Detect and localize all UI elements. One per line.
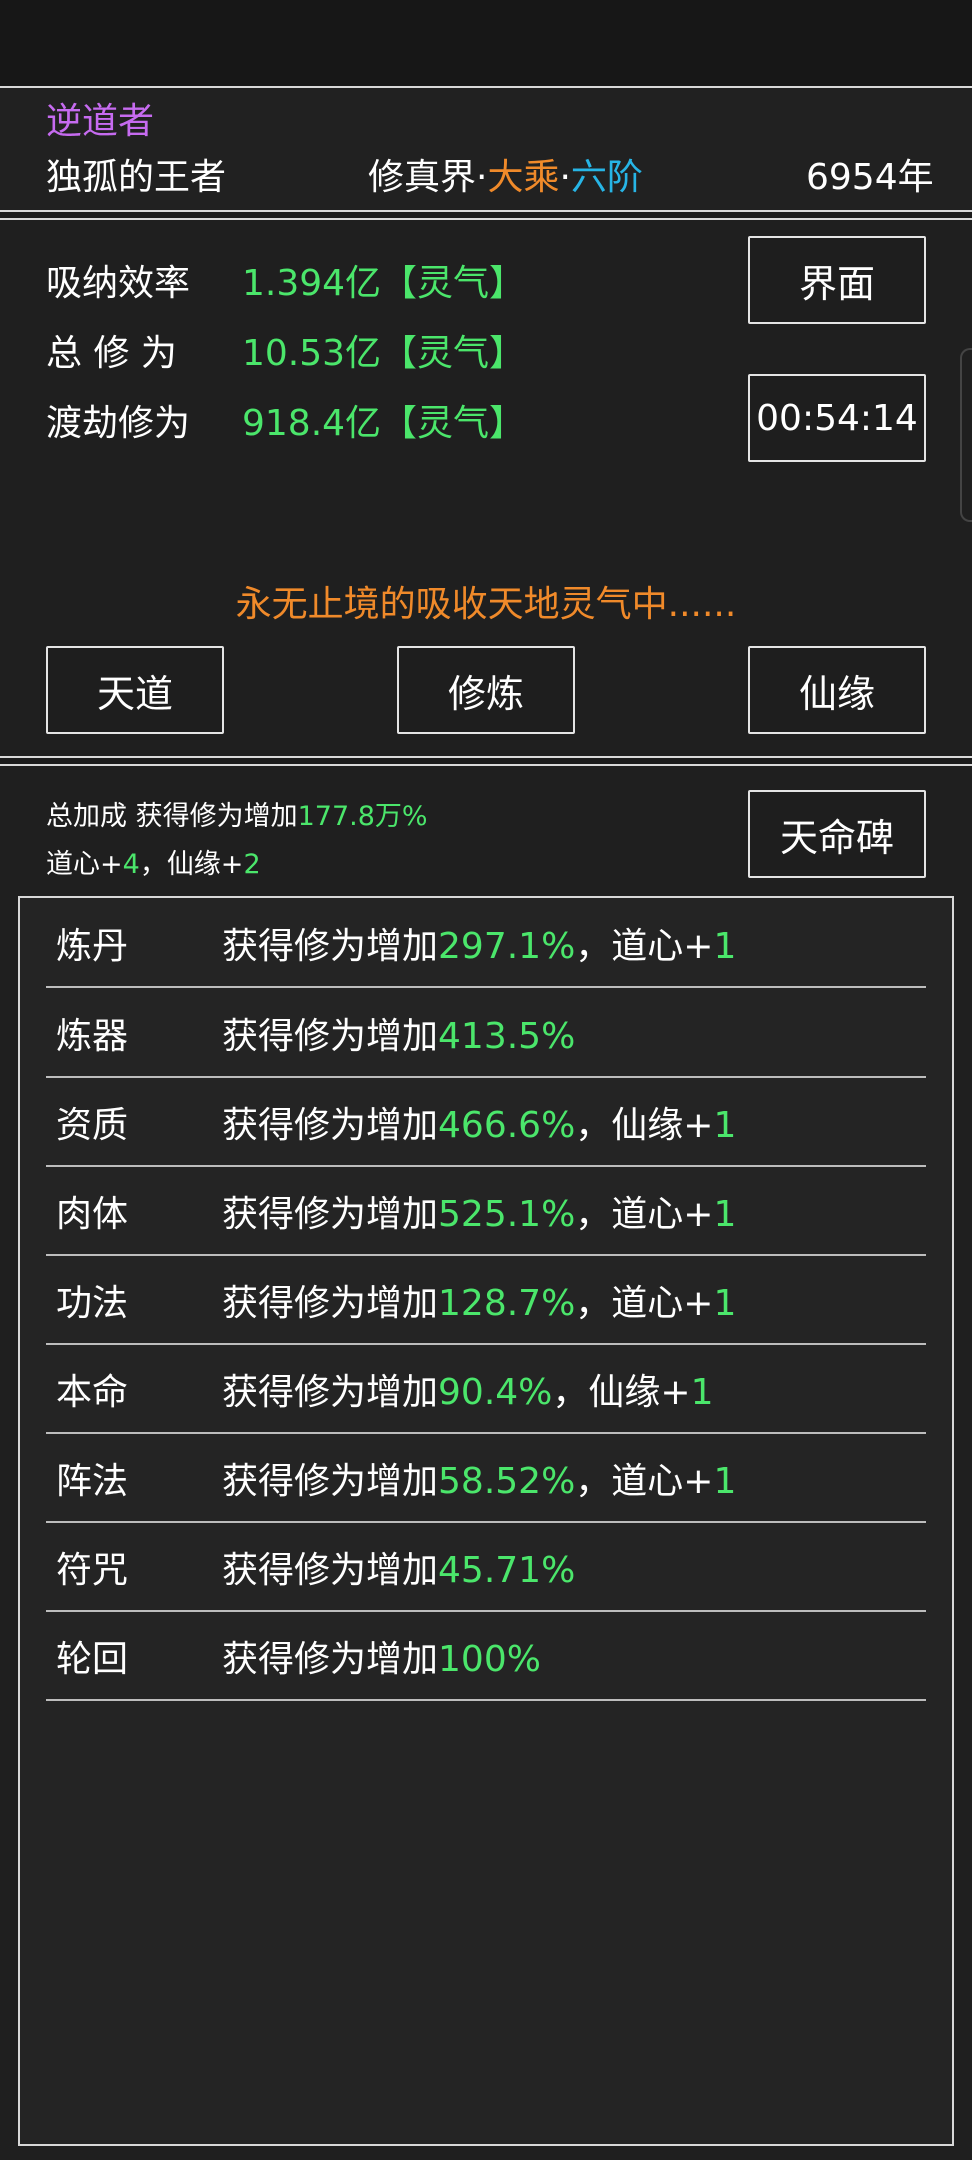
list-item-desc: 获得修为增加45.71%: [222, 1550, 576, 1591]
status-text: 永无止境的吸收天地灵气中......: [235, 584, 737, 625]
list-item-desc: 获得修为增加413.5%: [222, 1016, 576, 1057]
list-item-name: 资质: [56, 1105, 129, 1146]
status-bar-area: [0, 0, 972, 86]
stats-panel: 吸纳效率 1.394亿【灵气】 总 修 为 10.53亿【灵气】 渡劫修为 91…: [0, 220, 972, 756]
comma: ，: [139, 849, 167, 880]
xianyuan-label: 仙缘+: [166, 849, 244, 880]
header-panel: 逆道者 独孤的王者 修真界·大乘·六阶 6954年: [0, 86, 972, 212]
list-item: 肉体 获得修为增加525.1%，道心+1: [46, 1168, 926, 1256]
list-item-name: 炼丹: [56, 926, 129, 967]
list-item-desc: 获得修为增加100%: [222, 1639, 541, 1680]
divider-middle: [0, 756, 972, 766]
list-item-desc: 获得修为增加128.7%，道心+1: [222, 1283, 737, 1324]
tianmingbei-button[interactable]: 天命碑: [748, 790, 926, 878]
list-item: 轮回 获得修为增加100%: [46, 1613, 926, 1701]
list-item: 符咒 获得修为增加45.71%: [46, 1524, 926, 1612]
player-name: 独孤的王者: [46, 157, 227, 198]
divider-top: [0, 210, 972, 220]
bonus-list-panel: 炼丹 获得修为增加297.1%，道心+1 炼器 获得修为增加413.5% 资质 …: [18, 896, 954, 2146]
list-item-desc: 获得修为增加58.52%，道心+1: [222, 1461, 737, 1502]
daoxin-value: 4: [122, 849, 140, 880]
list-item: 炼器 获得修为增加413.5%: [46, 990, 926, 1078]
stat-row-total: 总 修 为 10.53亿【灵气】: [46, 330, 525, 374]
list-item-desc: 获得修为增加297.1%，道心+1: [222, 926, 737, 967]
stat-label: 吸纳效率: [46, 263, 191, 304]
list-item-name: 本命: [56, 1372, 129, 1413]
stat-row-absorb: 吸纳效率 1.394亿【灵气】: [46, 260, 525, 304]
stat-value: 1.394亿【灵气】: [242, 263, 526, 304]
tiandao-button[interactable]: 天道: [46, 646, 224, 734]
list-item-name: 肉体: [56, 1194, 129, 1235]
total-bonus-prefix: 总加成 获得修为增加: [46, 801, 298, 832]
game-title: 逆道者: [46, 101, 155, 142]
list-item-name: 符咒: [56, 1550, 129, 1591]
list-item-desc: 获得修为增加90.4%，仙缘+1: [222, 1372, 714, 1413]
list-item-name: 功法: [56, 1283, 129, 1324]
stat-label: 渡劫修为: [46, 403, 191, 444]
realm-stage: 六阶: [570, 157, 643, 198]
list-item: 资质 获得修为增加466.6%，仙缘+1: [46, 1079, 926, 1167]
side-drawer-handle[interactable]: [960, 348, 972, 522]
list-item-desc: 获得修为增加466.6%，仙缘+1: [222, 1105, 737, 1146]
stat-label: 总 修 为: [46, 333, 177, 374]
xiulian-button[interactable]: 修炼: [397, 646, 575, 734]
list-item: 功法 获得修为增加128.7%，道心+1: [46, 1257, 926, 1345]
list-item: 炼丹 获得修为增加297.1%，道心+1: [46, 900, 926, 988]
list-item-name: 轮回: [56, 1639, 129, 1680]
daoxin-label: 道心+: [46, 849, 123, 880]
realm-info: 修真界·大乘·六阶: [368, 160, 643, 196]
realm-separator: ·: [559, 157, 571, 198]
bonus-attributes-line: 道心+4，仙缘+2: [46, 842, 261, 881]
list-item: 本命 获得修为增加90.4%，仙缘+1: [46, 1346, 926, 1434]
list-item: 阵法 获得修为增加58.52%，道心+1: [46, 1435, 926, 1523]
list-item-name: 阵法: [56, 1461, 129, 1502]
stat-value: 918.4亿【灵气】: [242, 403, 526, 444]
total-bonus-value: 177.8万%: [297, 801, 428, 832]
timer-display: 00:54:14: [748, 374, 926, 462]
stat-value: 10.53亿【灵气】: [242, 333, 526, 374]
xianyuan-button[interactable]: 仙缘: [748, 646, 926, 734]
stat-row-tribulation: 渡劫修为 918.4亿【灵气】: [46, 400, 525, 444]
xianyuan-value: 2: [243, 849, 261, 880]
interface-button[interactable]: 界面: [748, 236, 926, 324]
game-years: 6954年: [806, 157, 934, 198]
list-item-desc: 获得修为增加525.1%，道心+1: [222, 1194, 737, 1235]
total-bonus-line: 总加成 获得修为增加177.8万%: [46, 794, 428, 833]
realm-rank: 大乘: [487, 157, 560, 198]
realm-prefix: 修真界·: [368, 157, 488, 198]
list-item-name: 炼器: [56, 1016, 129, 1057]
